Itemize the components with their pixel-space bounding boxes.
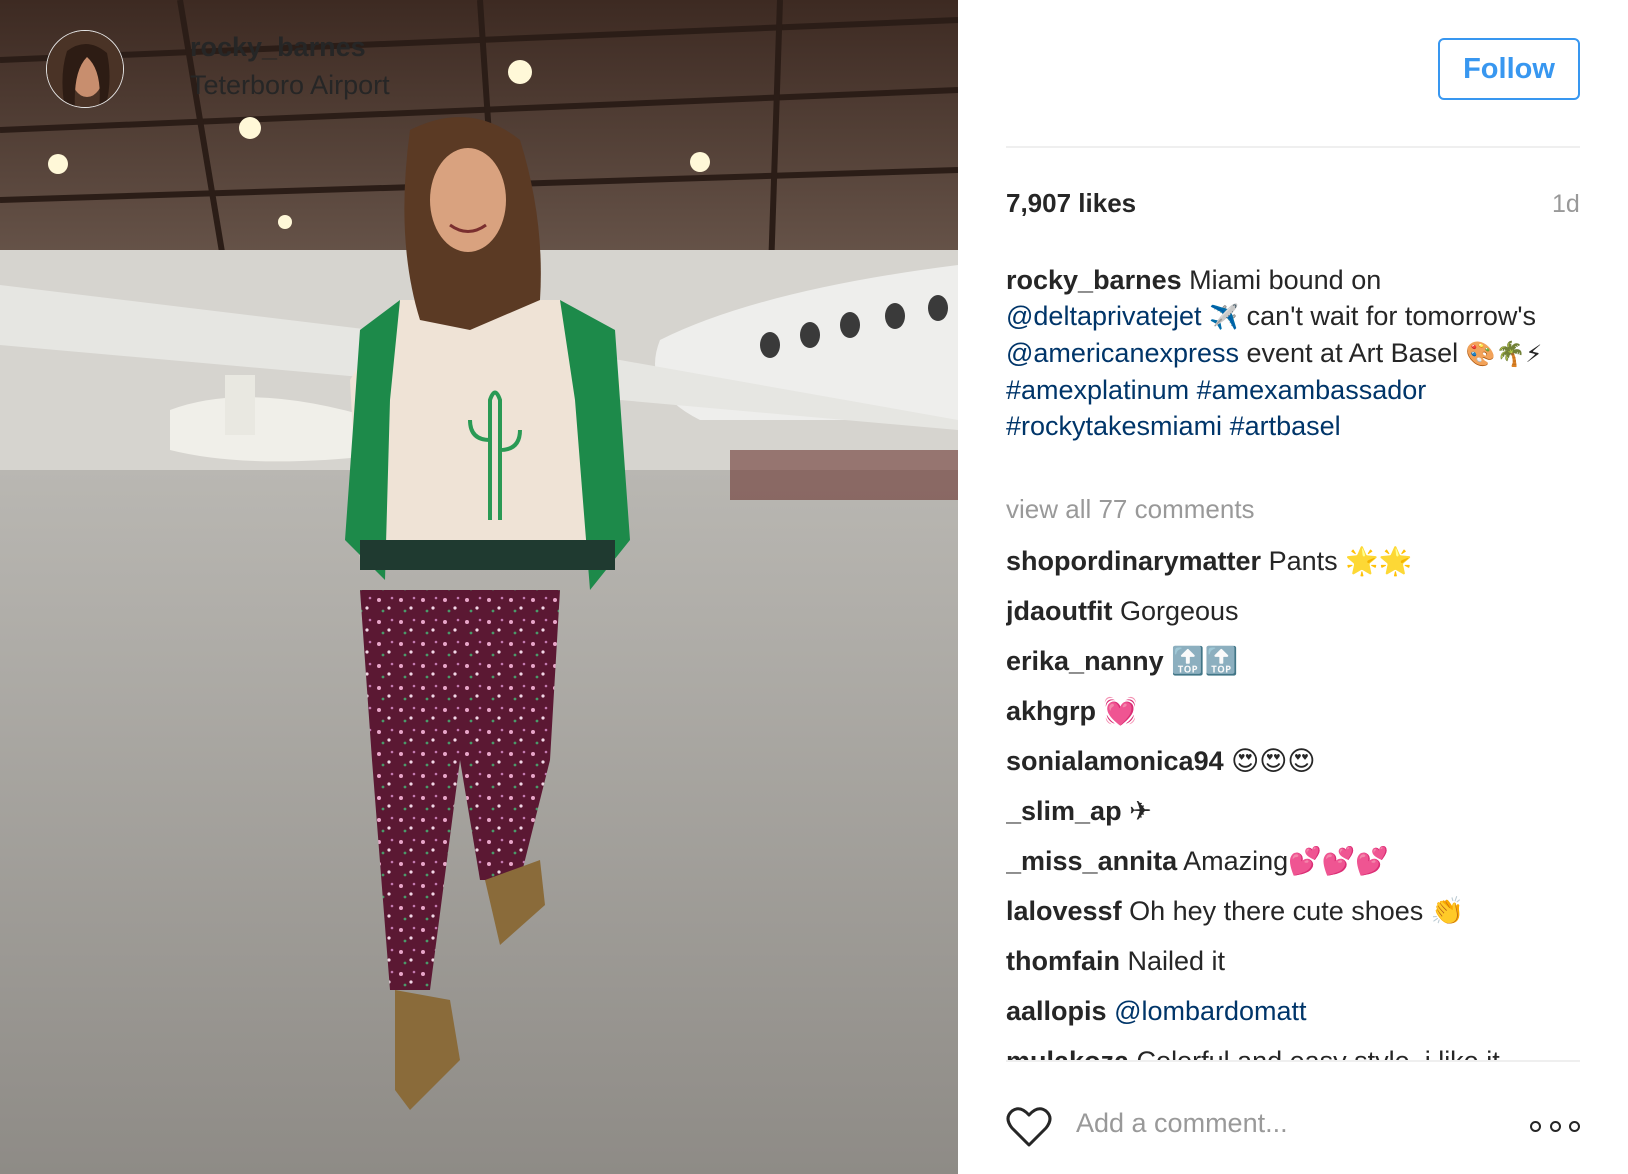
comment-text: Colorful and easy style, i like it xyxy=(1129,1046,1500,1060)
dot xyxy=(1569,1120,1580,1132)
comment-text: Nailed it xyxy=(1120,946,1226,976)
comment-text: Pants 🌟🌟 xyxy=(1261,546,1413,576)
caption-hashtag[interactable]: #rockytakesmiami xyxy=(1006,411,1222,441)
likes-count[interactable]: 7,907 likes xyxy=(1006,188,1136,219)
post-caption: rocky_barnes Miami bound on @deltaprivat… xyxy=(1006,262,1580,444)
follow-button[interactable]: Follow xyxy=(1438,38,1580,100)
caption-text: can't wait for tomorrow's xyxy=(1246,301,1537,331)
post-time[interactable]: 1d xyxy=(1552,190,1580,219)
caption-text: Miami bound on xyxy=(1181,265,1382,295)
dot xyxy=(1530,1120,1541,1132)
comment-username[interactable]: _miss_annita xyxy=(1006,846,1177,876)
comment-text: Amazing💕💕💕 xyxy=(1177,846,1390,876)
comment-text: 💓 xyxy=(1096,696,1138,726)
comment-username[interactable]: thomfain xyxy=(1006,946,1120,976)
header-divider xyxy=(1006,146,1580,148)
comment-item: thomfain Nailed it xyxy=(1006,936,1580,986)
comment-username[interactable]: sonialamonica94 xyxy=(1006,746,1224,776)
caption-hashtag[interactable]: #artbasel xyxy=(1230,411,1341,441)
caption-text: event at Art Basel xyxy=(1239,338,1466,368)
caption-mention[interactable]: @americanexpress xyxy=(1006,338,1239,368)
comment-item: _slim_ap ✈ xyxy=(1006,786,1580,836)
comment-username[interactable]: erika_nanny xyxy=(1006,646,1164,676)
comment-username[interactable]: aallopis xyxy=(1006,996,1107,1026)
comment-item: mulakoza Colorful and easy style, i like… xyxy=(1006,1036,1580,1060)
post-header: rocky_barnes Teterboro Airport xyxy=(46,30,626,110)
comment-item: shopordinarymatter Pants 🌟🌟 xyxy=(1006,536,1580,586)
airplane-emoji: ✈️ xyxy=(1201,303,1247,331)
comment-text: 🔝🔝 xyxy=(1163,646,1239,676)
comment-username[interactable]: mulakoza xyxy=(1006,1046,1129,1060)
caption-mention[interactable]: @deltaprivatejet xyxy=(1006,301,1202,331)
comment-item: aallopis @lombardomatt xyxy=(1006,986,1580,1036)
post-location[interactable]: Teterboro Airport xyxy=(190,70,390,101)
heart-icon[interactable] xyxy=(1006,1106,1052,1148)
comments-list[interactable]: shopordinarymatter Pants 🌟🌟 jdaoutfit Go… xyxy=(1006,536,1580,1060)
comment-item: erika_nanny 🔝🔝 xyxy=(1006,636,1580,686)
comment-item: _miss_annita Amazing💕💕💕 xyxy=(1006,836,1580,886)
caption-username[interactable]: rocky_barnes xyxy=(1006,265,1182,295)
avatar[interactable] xyxy=(46,30,124,108)
comment-text: 😍😍😍 xyxy=(1223,746,1316,776)
comment-text: ✈ xyxy=(1121,796,1152,826)
dot xyxy=(1549,1120,1561,1132)
more-options-icon[interactable] xyxy=(1530,1116,1580,1136)
comment-item: sonialamonica94 😍😍😍 xyxy=(1006,736,1580,786)
caption-hashtag[interactable]: #amexplatinum xyxy=(1006,375,1189,405)
comment-username[interactable]: shopordinarymatter xyxy=(1006,546,1261,576)
comment-item: akhgrp 💓 xyxy=(1006,686,1580,736)
caption-hashtag[interactable]: #amexambassador xyxy=(1197,375,1427,405)
comment-username[interactable]: akhgrp xyxy=(1006,696,1096,726)
post-username[interactable]: rocky_barnes xyxy=(190,32,366,63)
comment-text: Oh hey there cute shoes 👏 xyxy=(1121,896,1465,926)
comment-mention[interactable]: @lombardomatt xyxy=(1114,996,1306,1026)
comment-item: jdaoutfit Gorgeous xyxy=(1006,586,1580,636)
comment-text: Gorgeous xyxy=(1112,596,1239,626)
view-all-comments-link[interactable]: view all 77 comments xyxy=(1006,494,1255,525)
comment-username[interactable]: _slim_ap xyxy=(1006,796,1122,826)
post-photo[interactable] xyxy=(0,0,958,1174)
comments-divider xyxy=(1006,1060,1580,1062)
comment-username[interactable]: lalovessf xyxy=(1006,896,1122,926)
add-comment-input[interactable]: Add a comment... xyxy=(1076,1108,1288,1139)
comment-username[interactable]: jdaoutfit xyxy=(1006,596,1112,626)
caption-emoji: 🎨🌴⚡ xyxy=(1465,340,1543,368)
comment-item: lalovessf Oh hey there cute shoes 👏 xyxy=(1006,886,1580,936)
